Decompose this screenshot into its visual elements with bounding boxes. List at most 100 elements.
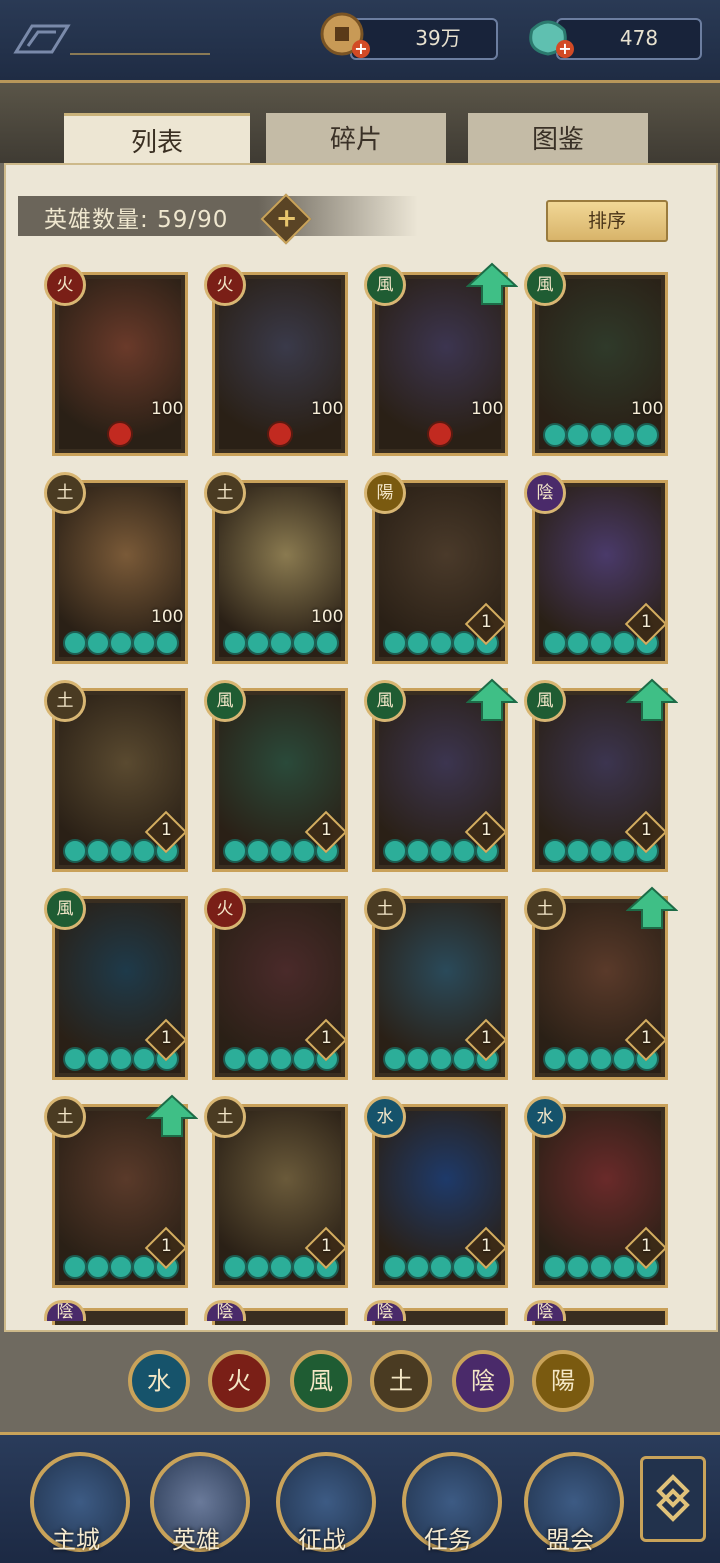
star-orb-icon — [543, 1255, 567, 1279]
tab-fragments-label: 碎片 — [329, 125, 382, 155]
element-wind-icon: 風 — [44, 888, 86, 930]
star-orb-icon — [543, 839, 567, 863]
star-orb-icon — [429, 1255, 453, 1279]
menu-knot-glyph — [656, 1474, 690, 1522]
star-orb-icon — [86, 631, 110, 655]
star-orb-icon — [109, 1047, 133, 1071]
element-yin-icon: 陰 — [524, 472, 566, 514]
jade-add-icon[interactable]: + — [556, 40, 574, 58]
star-orb-icon — [132, 631, 156, 655]
filter-earth-button[interactable]: 土 — [370, 1350, 432, 1412]
star-orb-icon — [63, 631, 87, 655]
star-orb-icon — [452, 1047, 476, 1071]
star-orb-icon — [63, 1255, 87, 1279]
star-orb-icon — [543, 423, 567, 447]
star-orb-icon — [406, 1047, 430, 1071]
hero-count-value: 59/90 — [157, 207, 229, 233]
hero-level: 1 — [321, 1236, 332, 1256]
star-orb-icon — [589, 1255, 613, 1279]
element-yang-icon: 陽 — [364, 472, 406, 514]
hero-level: 1 — [641, 1236, 652, 1256]
star-orb-icon — [452, 839, 476, 863]
sort-button[interactable]: 排序 — [546, 200, 668, 242]
star-orb-icon — [406, 839, 430, 863]
star-orb-icon — [109, 1255, 133, 1279]
star-orb-icon — [132, 839, 156, 863]
tab-list[interactable]: 列表 — [64, 113, 250, 166]
star-orb-icon — [589, 423, 613, 447]
element-wind-icon: 風 — [364, 264, 406, 306]
star-orb-icon — [612, 1047, 636, 1071]
hero-level: 1 — [481, 820, 492, 840]
star-orb-icon — [612, 839, 636, 863]
star-orb-icon — [109, 631, 133, 655]
star-orb-icon — [63, 839, 87, 863]
copper-add-icon[interactable]: + — [352, 40, 370, 58]
plus-icon: + — [275, 203, 298, 234]
element-water-icon: 水 — [364, 1096, 406, 1138]
hero-level: 1 — [321, 1028, 332, 1048]
star-orb-icon — [86, 839, 110, 863]
star-orb-icon — [566, 631, 590, 655]
star-orb-icon — [269, 1047, 293, 1071]
copper-counter[interactable]: 39万 — [350, 18, 498, 60]
hero-count-label: 英雄数量: — [44, 207, 149, 233]
star-orb-icon — [566, 423, 590, 447]
star-orb-icon — [269, 631, 293, 655]
hero-count: 英雄数量: 59/90 — [44, 200, 228, 234]
tab-codex-label: 图鉴 — [531, 125, 584, 155]
upgrade-arrow-icon — [626, 678, 678, 721]
upgrade-arrow-icon — [466, 678, 518, 721]
star-orb-icon — [543, 631, 567, 655]
jade-value: 478 — [619, 26, 659, 50]
star-orb-icon — [452, 1255, 476, 1279]
filter-yang-button[interactable]: 陽 — [532, 1350, 594, 1412]
jade-counter[interactable]: 478 — [556, 18, 702, 60]
star-orb-icon — [86, 1255, 110, 1279]
star-orb-icon — [589, 631, 613, 655]
nav-label: 主城 — [52, 1526, 100, 1554]
element-fire-icon: 火 — [204, 888, 246, 930]
ornament-line — [70, 53, 210, 55]
filter-fire-button[interactable]: 火 — [208, 1350, 270, 1412]
star-orb-icon — [543, 1047, 567, 1071]
element-fire-icon: 火 — [44, 264, 86, 306]
star-orb-icon — [566, 1255, 590, 1279]
hero-level: 100 — [311, 607, 344, 627]
hero-level: 100 — [631, 399, 664, 419]
hero-level: 1 — [641, 1028, 652, 1048]
hero-level: 1 — [481, 612, 492, 632]
hero-level: 100 — [151, 607, 184, 627]
flame-badge-icon — [107, 421, 133, 447]
nav-label: 征战 — [298, 1526, 346, 1554]
star-orb-icon — [589, 1047, 613, 1071]
menu-knot-icon[interactable] — [640, 1456, 706, 1542]
hero-level: 1 — [161, 1028, 172, 1048]
tab-fragments[interactable]: 碎片 — [266, 113, 446, 163]
star-orb-icon — [292, 1255, 316, 1279]
star-orb-icon — [246, 839, 270, 863]
star-orb-icon — [155, 631, 179, 655]
star-orb-icon — [86, 1047, 110, 1071]
tab-codex[interactable]: 图鉴 — [468, 113, 648, 163]
hero-level: 100 — [151, 399, 184, 419]
star-orb-icon — [612, 423, 636, 447]
element-wind-icon: 風 — [364, 680, 406, 722]
hero-level: 1 — [641, 820, 652, 840]
nav-label: 英雄 — [172, 1526, 220, 1554]
star-orb-icon — [315, 631, 339, 655]
filter-wind-button[interactable]: 風 — [290, 1350, 352, 1412]
filter-yin-button[interactable]: 陰 — [452, 1350, 514, 1412]
hero-level: 1 — [161, 820, 172, 840]
element-earth-icon: 土 — [44, 680, 86, 722]
tab-list-label: 列表 — [130, 128, 183, 158]
element-earth-icon: 土 — [44, 472, 86, 514]
star-orb-icon — [612, 631, 636, 655]
star-orb-icon — [635, 423, 659, 447]
copper-value: 39万 — [415, 26, 461, 50]
flame-badge-icon — [427, 421, 453, 447]
hero-level: 100 — [311, 399, 344, 419]
filter-water-button[interactable]: 水 — [128, 1350, 190, 1412]
nav-label: 任务 — [424, 1526, 472, 1554]
star-orb-icon — [383, 839, 407, 863]
